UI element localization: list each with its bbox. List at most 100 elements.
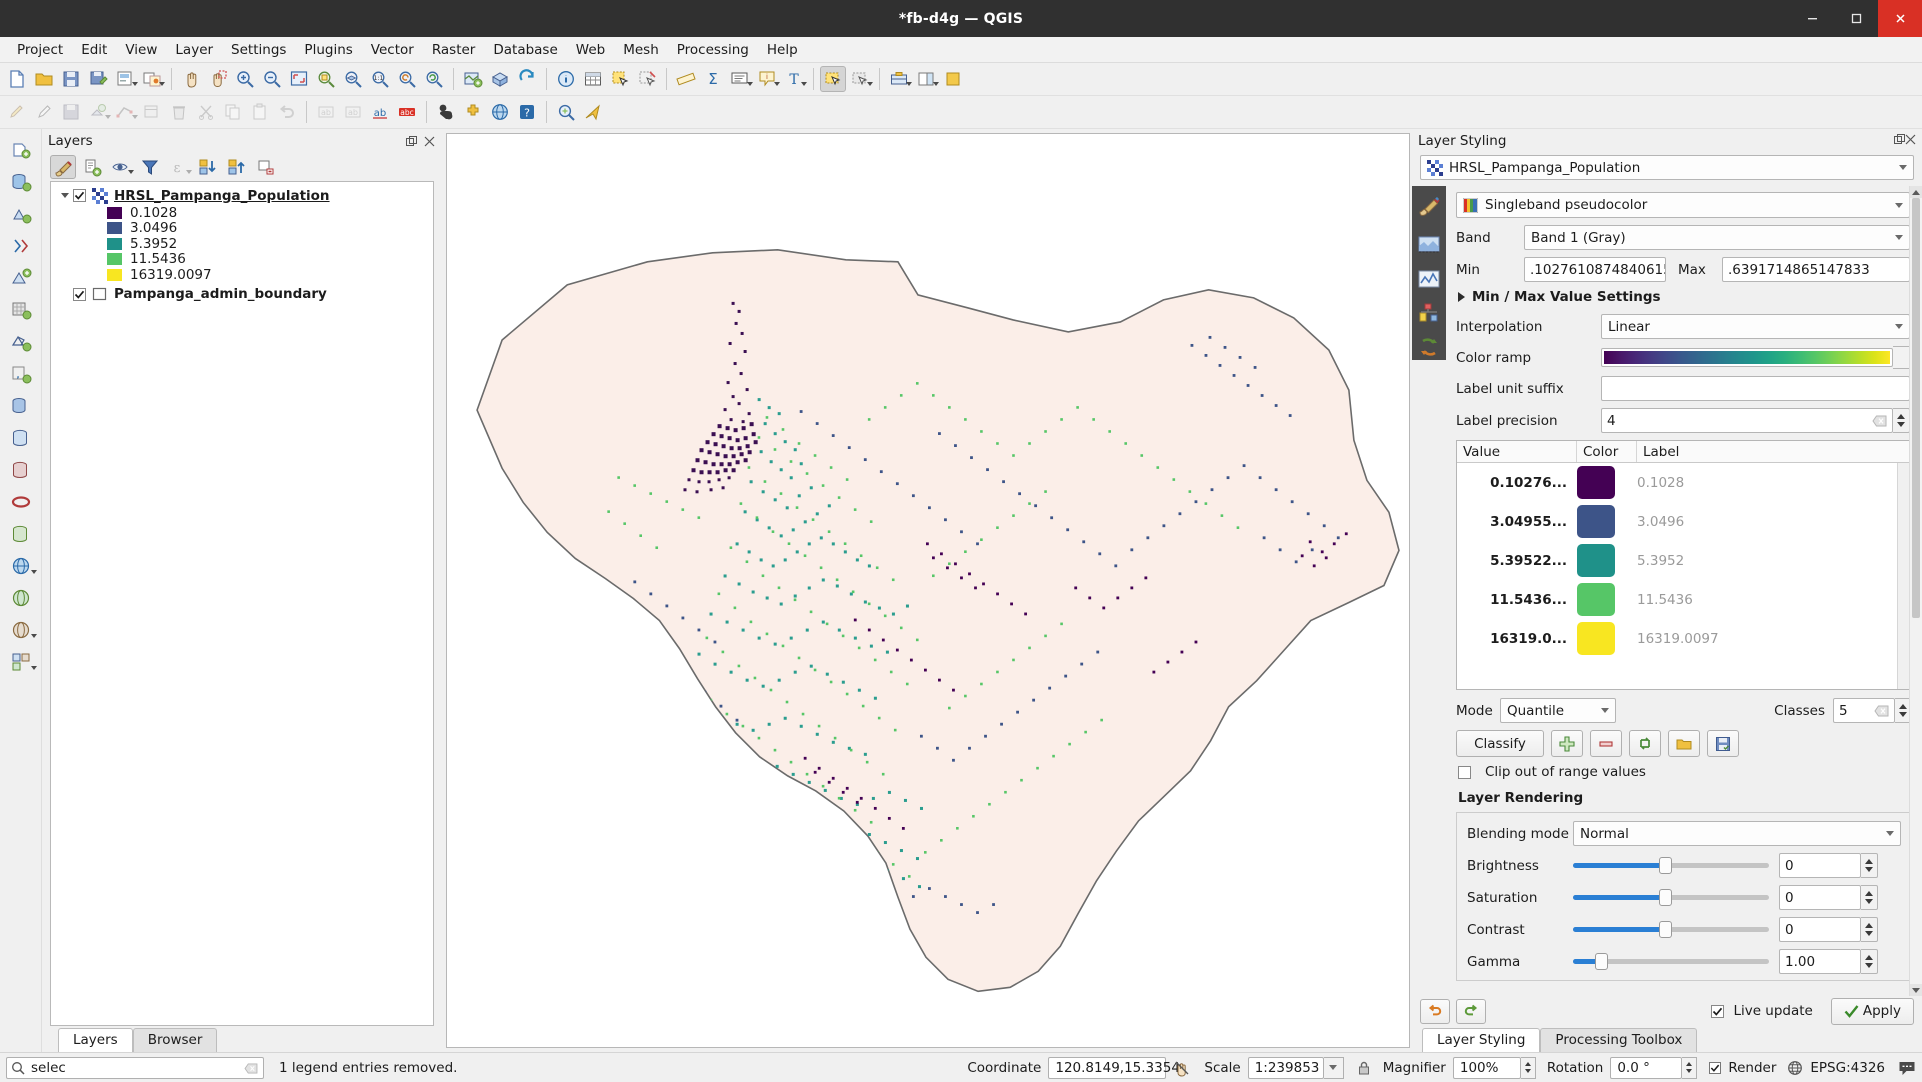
metasearch-icon[interactable]: [487, 99, 513, 125]
menu-view[interactable]: View: [116, 40, 166, 60]
add-vector-tile-layer-icon[interactable]: [6, 647, 37, 677]
new-print-layout-icon[interactable]: [112, 66, 138, 92]
histogram-tab-icon[interactable]: [1416, 266, 1442, 292]
menu-settings[interactable]: Settings: [222, 40, 295, 60]
highlight-pinned-labels-icon[interactable]: ab: [367, 99, 393, 125]
menu-database[interactable]: Database: [484, 40, 566, 60]
locator-search-box[interactable]: selec: [6, 1056, 264, 1079]
copy-features-icon[interactable]: [220, 99, 246, 125]
gamma-stepper[interactable]: [1861, 949, 1878, 974]
pan-map-icon[interactable]: [178, 66, 204, 92]
measure-line-icon[interactable]: [673, 66, 699, 92]
class-color-swatch[interactable]: [1577, 622, 1637, 655]
refresh-icon[interactable]: [514, 66, 540, 92]
layer-name-hrsl[interactable]: HRSL_Pampanga_Population: [114, 188, 330, 204]
close-panel-icon[interactable]: [422, 134, 436, 148]
rotation-stepper[interactable]: [1682, 1056, 1698, 1079]
brightness-input[interactable]: 0: [1779, 853, 1861, 878]
max-input[interactable]: .6391714865147833: [1722, 257, 1910, 282]
layout-manager-icon[interactable]: [139, 66, 165, 92]
scroll-up-icon[interactable]: [1910, 186, 1922, 198]
gamma-slider[interactable]: [1573, 949, 1769, 974]
add-delimited-text-layer-icon[interactable]: ,: [6, 359, 36, 389]
add-mesh-layer-icon[interactable]: [6, 327, 36, 357]
clip-checkbox[interactable]: [1458, 765, 1471, 779]
add-vector-layer-icon[interactable]: [6, 263, 36, 293]
styling-dock-icon[interactable]: [913, 66, 939, 92]
map-canvas[interactable]: [446, 133, 1410, 1048]
tab-layer-styling[interactable]: Layer Styling: [1422, 1028, 1541, 1052]
map-tips-icon[interactable]: i: [754, 66, 780, 92]
brightness-slider[interactable]: [1573, 853, 1769, 878]
clear-icon[interactable]: [1874, 705, 1889, 717]
save-layer-edits-icon[interactable]: [58, 99, 84, 125]
min-input[interactable]: .1027610874840615: [1524, 257, 1666, 282]
clear-icon[interactable]: [1872, 415, 1887, 427]
modify-attributes-icon[interactable]: [139, 99, 165, 125]
cut-features-icon[interactable]: [193, 99, 219, 125]
menu-help[interactable]: Help: [758, 40, 807, 60]
table-row[interactable]: 0.10276... 0.1028: [1457, 463, 1897, 502]
delete-selected-icon[interactable]: [166, 99, 192, 125]
minimize-button[interactable]: [1790, 0, 1834, 37]
contrast-input[interactable]: 0: [1779, 917, 1861, 942]
identify-features-icon[interactable]: [553, 66, 579, 92]
paste-features-icon[interactable]: [247, 99, 273, 125]
class-color-swatch[interactable]: [1577, 544, 1637, 577]
zoom-full-icon[interactable]: [286, 66, 312, 92]
new-virtual-layer-icon[interactable]: [6, 231, 36, 261]
saturation-slider[interactable]: [1573, 885, 1769, 910]
new-map-view-icon[interactable]: [460, 66, 486, 92]
tab-layers[interactable]: Layers: [58, 1028, 133, 1052]
table-row[interactable]: 11.5436... 11.5436: [1457, 580, 1897, 619]
class-value[interactable]: 3.04955...: [1457, 514, 1577, 530]
blending-mode-combo[interactable]: Normal: [1573, 821, 1901, 846]
menu-layer[interactable]: Layer: [166, 40, 222, 60]
add-postgis-layer-icon[interactable]: [6, 391, 36, 421]
show-hide-labels-icon[interactable]: ab: [340, 99, 366, 125]
open-attribute-table-icon[interactable]: [580, 66, 606, 92]
label-precision-input[interactable]: 4: [1601, 408, 1893, 433]
zoom-layer-icon[interactable]: [340, 66, 366, 92]
symbology-paintbrush-icon[interactable]: [1415, 190, 1443, 218]
slider-knob[interactable]: [1659, 921, 1673, 938]
color-ramp-dropdown-button[interactable]: [1893, 346, 1910, 369]
pin-labels-icon[interactable]: ab: [313, 99, 339, 125]
add-raster-layer-icon[interactable]: [6, 295, 36, 325]
manage-plugins-icon[interactable]: [460, 99, 486, 125]
renderer-combo[interactable]: Singleband pseudocolor: [1456, 192, 1910, 218]
current-edits-icon[interactable]: [4, 99, 30, 125]
deselect-features-icon[interactable]: [634, 66, 660, 92]
zoom-selection-icon[interactable]: [313, 66, 339, 92]
change-color-button[interactable]: [1629, 730, 1661, 757]
add-note-icon[interactable]: [940, 66, 966, 92]
remove-layer-icon[interactable]: [253, 155, 279, 179]
rendering-tab-icon[interactable]: [1416, 300, 1442, 326]
toggle-editing-icon[interactable]: [31, 99, 57, 125]
menu-web[interactable]: Web: [567, 40, 614, 60]
add-wcs-layer-icon[interactable]: [6, 583, 36, 613]
load-color-map-button[interactable]: [1668, 730, 1700, 757]
undo-style-button[interactable]: [1420, 998, 1450, 1024]
scroll-down-icon[interactable]: [1910, 984, 1922, 996]
contrast-stepper[interactable]: [1861, 917, 1878, 942]
collapse-all-icon[interactable]: [224, 155, 250, 179]
transparency-tab-icon[interactable]: [1416, 232, 1442, 258]
styling-panel-scrollbar[interactable]: [1909, 186, 1922, 996]
save-color-map-button[interactable]: [1707, 730, 1739, 757]
styling-layer-combo[interactable]: HRSL_Pampanga_Population: [1420, 155, 1914, 180]
zoom-in-icon[interactable]: [232, 66, 258, 92]
clip-out-of-range-row[interactable]: Clip out of range values: [1458, 764, 1920, 780]
layer-row-hrsl[interactable]: HRSL_Pampanga_Population: [51, 186, 433, 205]
close-button[interactable]: [1878, 0, 1922, 37]
slider-knob[interactable]: [1659, 857, 1673, 874]
scale-dropdown-button[interactable]: [1323, 1056, 1344, 1079]
class-value[interactable]: 16319.0...: [1457, 631, 1577, 647]
live-update-checkbox[interactable]: [1711, 1004, 1725, 1018]
layer-tree[interactable]: HRSL_Pampanga_Population 0.1028 3.0496 5…: [50, 181, 434, 1026]
class-label[interactable]: 16319.0097: [1637, 631, 1719, 647]
epsilon-icon[interactable]: ε: [166, 155, 192, 179]
gamma-input[interactable]: 1.00: [1779, 949, 1861, 974]
class-color-swatch[interactable]: [1577, 466, 1637, 499]
menu-mesh[interactable]: Mesh: [614, 40, 668, 60]
